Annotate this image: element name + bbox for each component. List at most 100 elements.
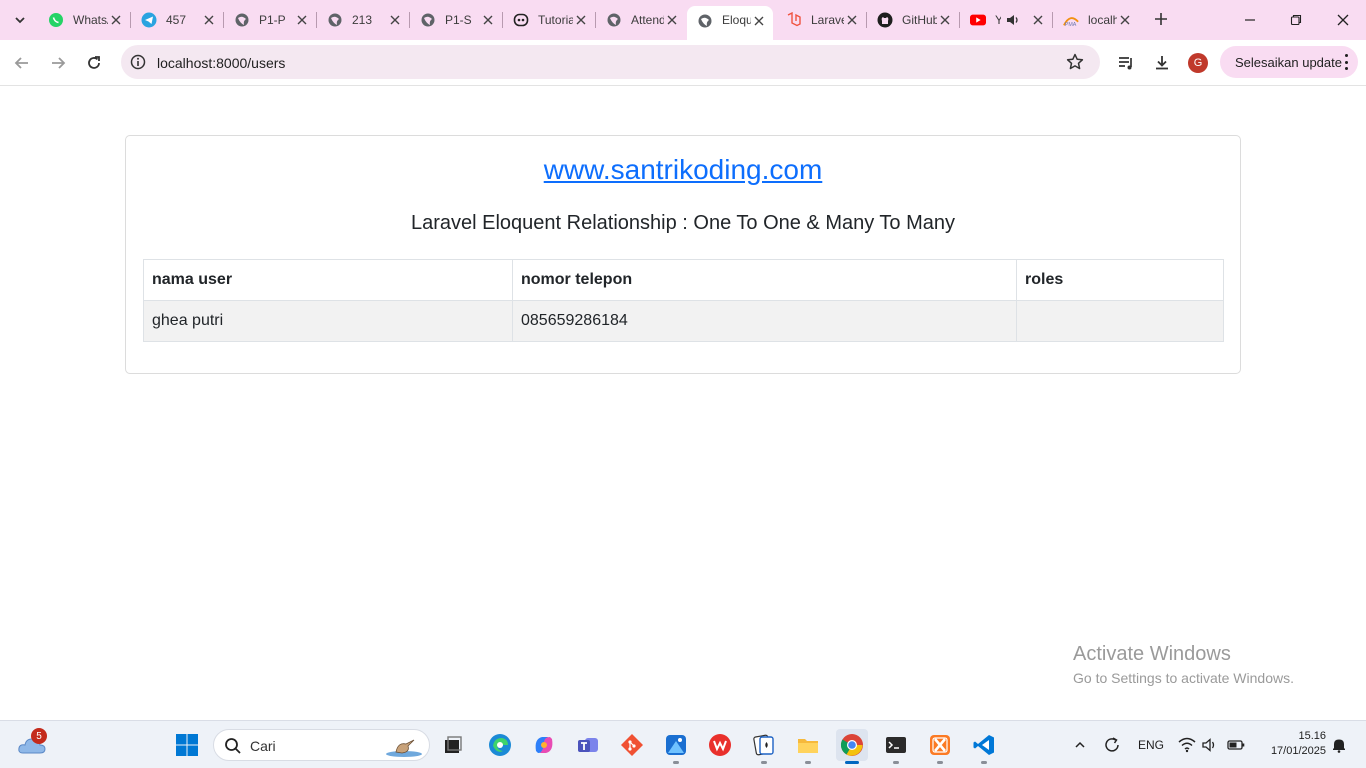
- downloads-button[interactable]: [1151, 52, 1173, 74]
- tab-tutorial[interactable]: Tutorial: [503, 6, 595, 34]
- close-icon[interactable]: [201, 12, 217, 28]
- taskbar: 5 Cari ENG 15.16 17/01/2025: [0, 720, 1366, 768]
- task-view-app[interactable]: [437, 729, 469, 761]
- new-tab-button[interactable]: [1150, 8, 1172, 30]
- column-header-nama-user: nama user: [143, 259, 513, 301]
- minimize-button[interactable]: [1238, 8, 1262, 32]
- chevron-down-icon: [15, 17, 25, 24]
- xampp-app[interactable]: [924, 729, 956, 764]
- clock[interactable]: 15.16 17/01/2025: [1258, 729, 1326, 759]
- users-table: nama user nomor telepon roles ghea putri…: [143, 259, 1224, 342]
- phpmyadmin-icon: PMA: [1063, 12, 1079, 28]
- close-icon[interactable]: [937, 12, 953, 28]
- watermark-title: Activate Windows: [1073, 643, 1231, 665]
- activation-watermark: Activate Windows Go to Settings to activ…: [1073, 643, 1294, 686]
- update-button[interactable]: Selesaikan update: [1220, 46, 1358, 78]
- close-icon[interactable]: [664, 12, 680, 28]
- volume-icon: [1202, 738, 1215, 752]
- tab-title: P1-P: [259, 13, 286, 27]
- bookmark-star-icon[interactable]: [1065, 52, 1085, 72]
- close-icon[interactable]: [1030, 12, 1046, 28]
- page-heading: Laravel Eloquent Relationship : One To O…: [410, 212, 956, 234]
- start-button[interactable]: [171, 729, 203, 761]
- back-button[interactable]: [10, 51, 34, 75]
- close-window-button[interactable]: [1331, 8, 1355, 32]
- tab-attendance[interactable]: Attendance: [596, 6, 686, 34]
- windows-icon: [176, 734, 198, 756]
- globe-icon: [606, 12, 622, 28]
- close-icon[interactable]: [387, 12, 403, 28]
- sync-status-button[interactable]: [1100, 735, 1124, 755]
- wifi-icon: [1178, 737, 1196, 753]
- close-icon[interactable]: [844, 12, 860, 28]
- tab-youtube[interactable]: YouTube: [960, 6, 1052, 34]
- browser-toolbar: localhost:8000/users G Selesaikan update: [0, 40, 1366, 86]
- show-hidden-icons-button[interactable]: [1070, 735, 1090, 755]
- copilot-icon: [535, 737, 553, 753]
- copilot-app[interactable]: [528, 729, 560, 761]
- wps-office-app[interactable]: [704, 729, 736, 761]
- close-icon[interactable]: [573, 12, 589, 28]
- tab-laravel[interactable]: Laravel: [776, 6, 866, 34]
- profile-avatar[interactable]: G: [1188, 53, 1208, 73]
- clock-time: 15.16: [1298, 730, 1326, 742]
- url-text[interactable]: localhost:8000/users: [157, 55, 285, 71]
- globe-icon: [420, 12, 436, 28]
- vscode-app[interactable]: [968, 729, 1000, 764]
- photos-app[interactable]: [660, 729, 692, 764]
- forward-button[interactable]: [46, 51, 70, 75]
- terminal-app[interactable]: [880, 729, 912, 764]
- volume-status[interactable]: [1200, 735, 1220, 755]
- taskbar-search[interactable]: Cari: [213, 729, 430, 761]
- tab-telegram[interactable]: 457: [131, 6, 223, 34]
- update-label: Selesaikan update: [1235, 54, 1342, 70]
- restore-icon: [1290, 14, 1302, 26]
- clock-date: 17/01/2025: [1270, 745, 1326, 757]
- tab-title: 457: [166, 13, 187, 27]
- close-icon[interactable]: [480, 12, 496, 28]
- table-header-row: nama user nomor telepon roles: [143, 259, 1224, 301]
- chrome-app[interactable]: [836, 729, 868, 764]
- site-link[interactable]: www.santrikoding.com: [126, 154, 1240, 186]
- solitaire-app[interactable]: [748, 729, 780, 764]
- media-controls-button[interactable]: [1115, 52, 1137, 74]
- reload-button[interactable]: [82, 51, 106, 75]
- close-icon[interactable]: [108, 12, 124, 28]
- wifi-status[interactable]: [1177, 735, 1197, 755]
- tab-213[interactable]: 213: [317, 6, 409, 34]
- tab-eloquent-active[interactable]: Eloquent: [687, 6, 773, 40]
- git-icon: [621, 734, 643, 756]
- tab-phpmyadmin[interactable]: PMA localhost: [1053, 6, 1139, 34]
- git-app[interactable]: [616, 729, 648, 761]
- wps-icon: [709, 734, 731, 756]
- file-explorer-app[interactable]: [792, 729, 824, 764]
- language-indicator[interactable]: ENG: [1134, 735, 1168, 755]
- copilot-tab-icon: [513, 12, 529, 28]
- close-icon[interactable]: [751, 13, 767, 29]
- edge-app[interactable]: [484, 729, 516, 761]
- content-card: www.santrikoding.com Laravel Eloquent Re…: [125, 135, 1241, 374]
- tab-p1-s[interactable]: P1-S: [410, 6, 502, 34]
- terminal-icon: [886, 737, 906, 753]
- youtube-icon: [970, 12, 986, 28]
- tab-whatsapp[interactable]: WhatsApp: [38, 6, 130, 34]
- tab-title: localhost: [1088, 13, 1117, 27]
- battery-status[interactable]: [1225, 735, 1247, 755]
- address-bar[interactable]: localhost:8000/users: [121, 45, 1100, 79]
- folder-icon: [798, 739, 818, 753]
- tab-search-button[interactable]: [8, 8, 32, 32]
- restore-button[interactable]: [1284, 8, 1308, 32]
- teams-app[interactable]: [572, 729, 604, 761]
- close-icon[interactable]: [294, 12, 310, 28]
- chrome-icon: [840, 734, 863, 756]
- site-info-icon[interactable]: [129, 53, 147, 71]
- notifications-button[interactable]: [1329, 735, 1349, 755]
- tab-p1-p[interactable]: P1-P: [224, 6, 316, 34]
- tab-title: 213: [352, 13, 373, 27]
- globe-icon: [327, 12, 343, 28]
- plus-icon: [1155, 13, 1167, 25]
- tab-title: P1-S: [445, 13, 472, 27]
- close-icon[interactable]: [1117, 12, 1133, 28]
- speaker-icon[interactable]: [1005, 12, 1021, 28]
- tab-github[interactable]: GitHub: [867, 6, 959, 34]
